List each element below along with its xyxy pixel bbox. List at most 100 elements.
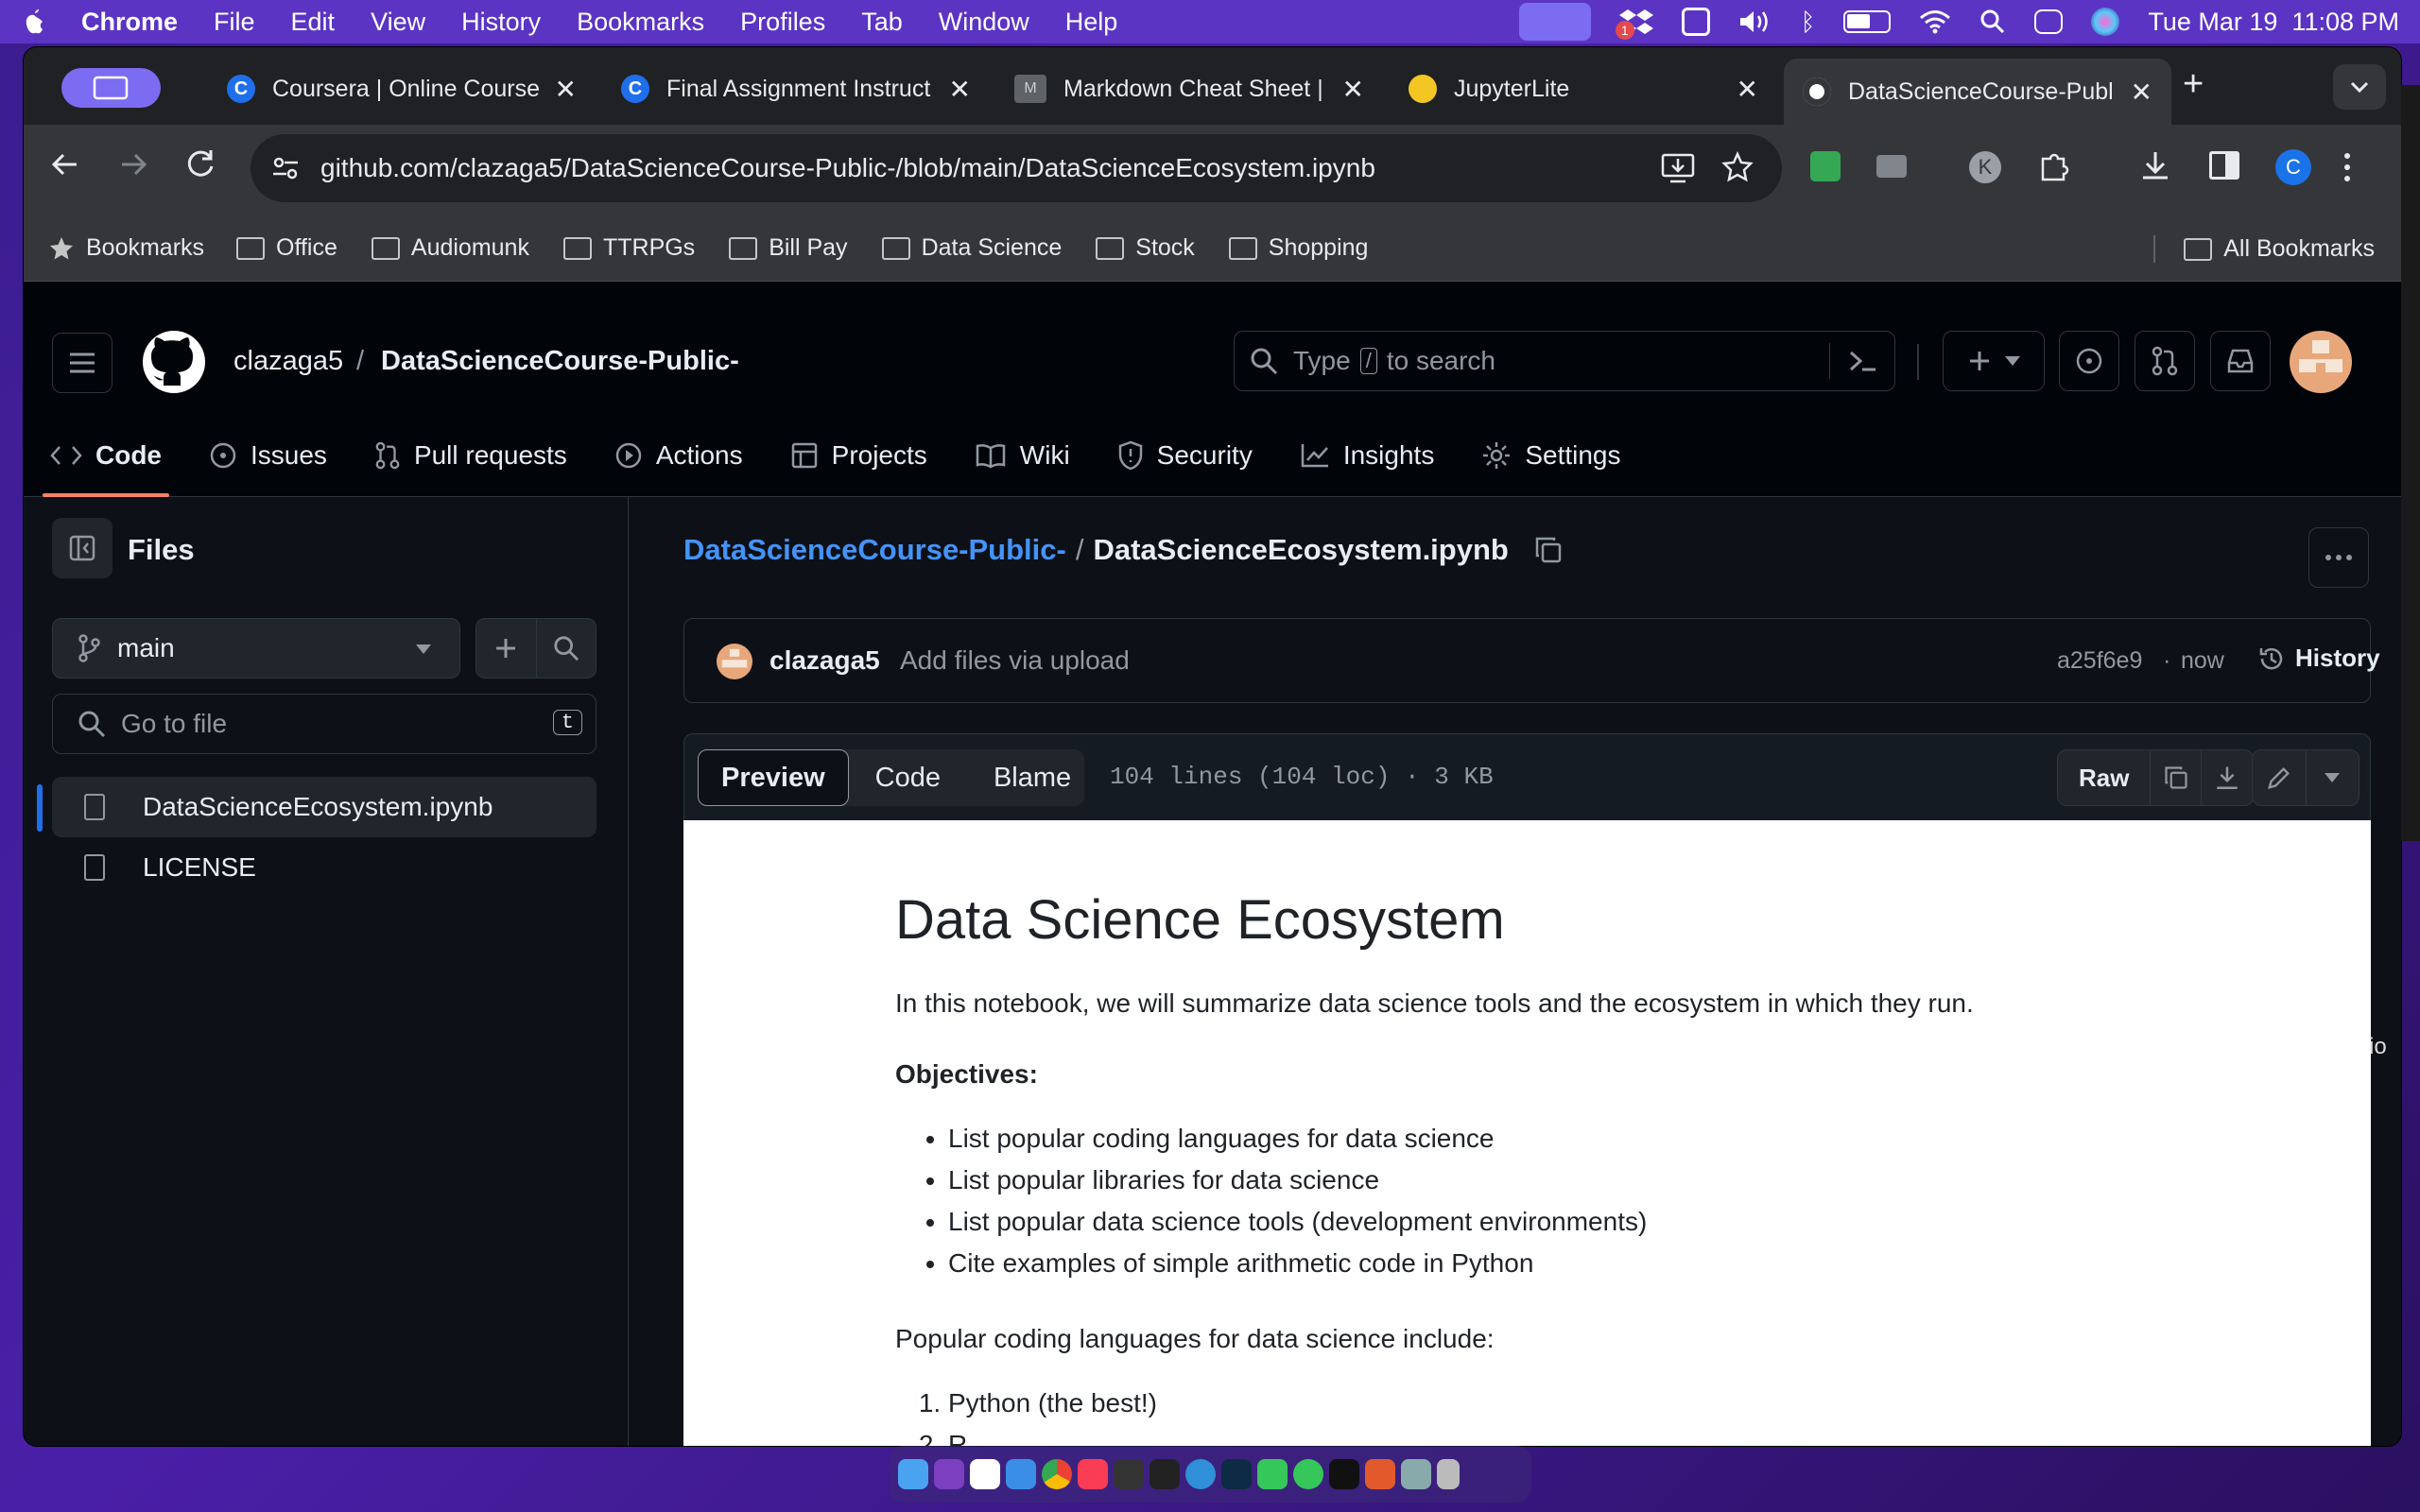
screen-share-icon[interactable] [1518, 3, 1591, 41]
chrome-icon[interactable] [1042, 1459, 1072, 1489]
bookmarks-button[interactable]: Bookmarks [48, 234, 204, 262]
preview-tab[interactable]: Preview [698, 749, 849, 806]
file-tree-item[interactable]: LICENSE [52, 837, 596, 898]
search-files-icon[interactable] [537, 619, 596, 678]
copy-raw-icon[interactable] [2151, 750, 2203, 805]
menu-help[interactable]: Help [1065, 8, 1118, 37]
bookmark-folder-shopping[interactable]: Shopping [1228, 234, 1368, 262]
raw-button[interactable]: Raw [2058, 750, 2152, 805]
commit-hash[interactable]: a25f6e9 [2057, 647, 2142, 675]
extension-icon[interactable] [1876, 155, 1907, 178]
extensions-puzzle-icon[interactable] [2037, 149, 2071, 183]
more-options-icon[interactable] [2308, 527, 2369, 588]
menu-profiles[interactable]: Profiles [740, 8, 825, 37]
tab-github-active[interactable]: DataScienceCourse-Publ ✕ [1784, 59, 2171, 125]
new-tab-icon[interactable]: + [2183, 64, 2204, 105]
unity-icon[interactable] [1329, 1459, 1359, 1489]
bookmark-folder-data-science[interactable]: Data Science [881, 234, 1062, 262]
commit-author-avatar[interactable] [717, 644, 752, 679]
facetime-icon[interactable] [1257, 1459, 1288, 1489]
close-tab-icon[interactable]: ✕ [949, 74, 971, 105]
drive-icon[interactable] [1681, 8, 1710, 36]
install-app-icon[interactable] [1661, 153, 1695, 183]
printer-extension-icon[interactable] [1810, 151, 1841, 181]
command-palette-icon[interactable] [1829, 343, 1877, 379]
piano-icon[interactable] [1150, 1459, 1180, 1489]
menubar-clock[interactable]: Tue Mar 19 11:08 PM [2148, 8, 2399, 37]
music-icon[interactable] [1078, 1459, 1108, 1489]
menu-edit[interactable]: Edit [291, 8, 336, 37]
trash-icon[interactable] [1437, 1459, 1460, 1489]
app-icon[interactable] [1185, 1459, 1216, 1489]
side-panel-icon[interactable] [2209, 151, 2239, 180]
onenote-icon[interactable] [934, 1459, 964, 1489]
tab-coursera[interactable]: C Coursera | Online Course ✕ [208, 59, 596, 119]
profile-chip[interactable] [61, 68, 161, 108]
inbox-icon[interactable] [2210, 331, 2271, 391]
volume-icon[interactable] [1738, 9, 1772, 35]
close-tab-icon[interactable]: ✕ [2131, 77, 2152, 108]
reload-icon[interactable] [184, 147, 216, 180]
menu-app-name[interactable]: Chrome [81, 8, 178, 37]
close-tab-icon[interactable]: ✕ [1737, 74, 1758, 105]
bookmark-folder-bill-pay[interactable]: Bill Pay [729, 234, 848, 262]
create-new-button[interactable] [1943, 331, 2045, 391]
bookmark-folder-ttrpgs[interactable]: TTRPGs [562, 234, 695, 262]
commit-author[interactable]: clazaga5 [769, 645, 880, 676]
menu-tab[interactable]: Tab [861, 8, 903, 37]
calendar-icon[interactable] [970, 1459, 1000, 1489]
tab-projects[interactable]: Projects [790, 414, 927, 497]
github-search-input[interactable]: Type / to search [1234, 331, 1895, 391]
tab-final-assignment[interactable]: C Final Assignment Instruct ✕ [602, 59, 990, 119]
dropbox-icon[interactable]: 1 [1615, 8, 1653, 40]
tab-actions[interactable]: Actions [614, 414, 743, 497]
menu-bookmarks[interactable]: Bookmarks [577, 8, 704, 37]
commit-message[interactable]: Add files via upload [900, 645, 1130, 676]
wifi-icon[interactable] [1919, 9, 1951, 34]
bookmark-folder-audiomunk[interactable]: Audiomunk [371, 234, 529, 262]
tab-wiki[interactable]: Wiki [975, 414, 1070, 497]
extension-k-icon[interactable]: K [1969, 151, 2001, 183]
user-avatar[interactable] [2290, 331, 2352, 393]
bookmark-folder-stock[interactable]: Stock [1096, 234, 1195, 262]
github-logo-icon[interactable] [143, 331, 205, 393]
menu-window[interactable]: Window [939, 8, 1029, 37]
control-center-icon[interactable] [2034, 9, 2064, 34]
downloads-icon[interactable] [2139, 149, 2171, 181]
profile-avatar[interactable]: C [2275, 149, 2311, 185]
breadcrumb-repo-link[interactable]: DataScienceCourse-Public- [683, 533, 1066, 567]
tab-pull-requests[interactable]: Pull requests [374, 414, 567, 497]
chatgpt-icon[interactable] [1114, 1459, 1144, 1489]
history-button[interactable]: History [2257, 644, 2380, 673]
tab-insights[interactable]: Insights [1300, 414, 1434, 497]
site-info-icon[interactable] [271, 156, 300, 180]
all-bookmarks-button[interactable]: All Bookmarks [2153, 235, 2375, 263]
add-file-icon[interactable] [476, 619, 537, 678]
finder-icon[interactable] [898, 1459, 928, 1489]
tab-settings[interactable]: Settings [1481, 414, 1621, 497]
mail-icon[interactable] [1006, 1459, 1036, 1489]
chrome-menu-icon[interactable] [2342, 151, 2353, 183]
tab-issues[interactable]: Issues [209, 414, 327, 497]
menu-history[interactable]: History [461, 8, 541, 37]
app-icon-2[interactable] [1365, 1459, 1395, 1489]
preview-icon[interactable] [1401, 1459, 1431, 1489]
copy-path-icon[interactable] [1533, 535, 1564, 565]
pull-requests-shortcut-icon[interactable] [2135, 331, 2195, 391]
menu-file[interactable]: File [214, 8, 255, 37]
collapse-sidebar-icon[interactable] [52, 518, 112, 578]
blame-tab[interactable]: Blame [967, 749, 1084, 806]
hamburger-menu-icon[interactable] [52, 333, 112, 393]
apple-menu-icon[interactable] [21, 8, 47, 36]
repo-name-link[interactable]: DataScienceCourse-Public- [381, 346, 739, 377]
url-text[interactable]: github.com/clazaga5/DataScienceCourse-Pu… [320, 153, 1375, 183]
spotlight-search-icon[interactable] [1979, 9, 2006, 35]
issues-shortcut-icon[interactable] [2059, 331, 2119, 391]
edit-pencil-icon[interactable] [2253, 750, 2307, 805]
tab-security[interactable]: Security [1117, 414, 1253, 497]
bookmark-folder-office[interactable]: Office [236, 234, 337, 262]
close-tab-icon[interactable]: ✕ [555, 74, 577, 105]
battery-icon[interactable] [1843, 10, 1892, 33]
download-raw-icon[interactable] [2202, 750, 2253, 805]
tab-jupyterlite[interactable]: JupyterLite ✕ [1390, 59, 1777, 119]
